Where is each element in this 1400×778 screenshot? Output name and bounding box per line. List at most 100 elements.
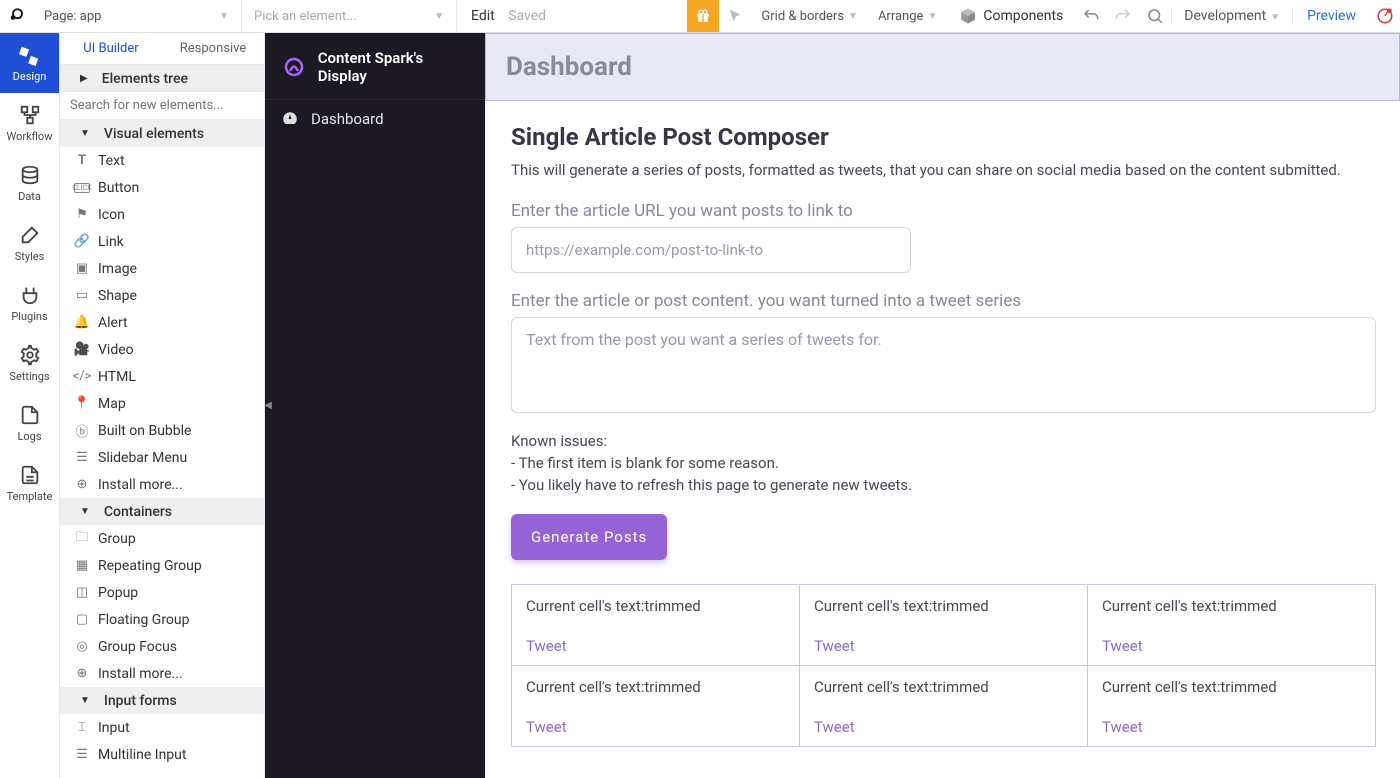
issue-line: - You likely have to refresh this page t… <box>511 475 1374 497</box>
article-url-input[interactable] <box>511 227 911 273</box>
page-label: Page: app <box>44 9 101 24</box>
search-input[interactable] <box>60 92 264 120</box>
nav-data[interactable]: Data <box>0 153 59 213</box>
table-row: Current cell's text:trimmed Tweet Current… <box>512 665 1375 746</box>
menu-icon: ☰ <box>74 450 90 465</box>
tab-responsive[interactable]: Responsive <box>162 33 264 64</box>
element-video[interactable]: 🎥Video <box>60 336 264 363</box>
section-containers[interactable]: ▼Containers <box>60 498 264 525</box>
element-repeating-group[interactable]: ▦Repeating Group <box>60 552 264 579</box>
generate-posts-button[interactable]: Generate Posts <box>511 514 667 560</box>
preview-button[interactable]: Preview <box>1292 8 1370 24</box>
element-built-on-bubble[interactable]: ⓑBuilt on Bubble <box>60 417 264 444</box>
elements-palette: UI Builder Responsive ▶Elements tree ▼Vi… <box>60 33 265 778</box>
tweet-link[interactable]: Tweet <box>1102 718 1361 736</box>
element-input[interactable]: ⌶Input <box>60 714 264 741</box>
page-title: Dashboard <box>506 52 1379 82</box>
elements-tree-header[interactable]: ▶Elements tree <box>60 65 264 92</box>
element-link[interactable]: 🔗Link <box>60 228 264 255</box>
multiline-icon: ☰ <box>74 747 90 762</box>
table-row: Current cell's text:trimmedTweet Current… <box>512 585 1375 665</box>
section-visual-elements[interactable]: ▼Visual elements <box>60 120 264 147</box>
cell-text: Current cell's text:trimmed <box>814 678 1073 696</box>
notification-icon[interactable] <box>1370 7 1400 25</box>
element-picker[interactable]: Pick an element... ▼ <box>242 0 457 32</box>
redo-icon[interactable] <box>1107 0 1139 32</box>
input-icon: ⌶ <box>74 720 90 735</box>
cube-icon <box>959 7 977 25</box>
tweet-link[interactable]: Tweet <box>1102 637 1361 655</box>
chevron-down-icon: ▼ <box>219 11 229 22</box>
brand-name: Content Spark's Display <box>318 49 469 85</box>
nav-settings[interactable]: Settings <box>0 333 59 393</box>
element-group-focus[interactable]: ◎Group Focus <box>60 633 264 660</box>
element-install-more-visual[interactable]: ⊕Install more... <box>60 471 264 498</box>
nav-styles[interactable]: Styles <box>0 213 59 273</box>
components-button[interactable]: Components <box>947 7 1075 25</box>
tweet-link[interactable]: Tweet <box>526 718 785 736</box>
edit-mode[interactable]: Edit Saved <box>457 8 560 24</box>
edit-label: Edit <box>471 8 495 24</box>
article-content-textarea[interactable] <box>511 317 1376 413</box>
sidebar-item-dashboard[interactable]: Dashboard <box>265 99 485 138</box>
grid-borders-menu[interactable]: Grid & borders▼ <box>751 0 868 32</box>
floating-icon: ▢ <box>74 612 90 627</box>
grid-cell: Current cell's text:trimmedTweet <box>1087 585 1375 665</box>
url-field-label: Enter the article URL you want posts to … <box>511 201 1374 221</box>
element-map[interactable]: 📍Map <box>60 390 264 417</box>
element-install-more-containers[interactable]: ⊕Install more... <box>60 660 264 687</box>
element-group[interactable]: 🗀Group <box>60 525 264 552</box>
element-popup[interactable]: ◫Popup <box>60 579 264 606</box>
tab-ui-builder[interactable]: UI Builder <box>60 33 162 64</box>
text-icon: T <box>74 153 90 168</box>
cell-text: Current cell's text:trimmed <box>526 678 785 696</box>
chevron-down-icon: ▼ <box>927 11 937 22</box>
undo-icon[interactable] <box>1075 0 1107 32</box>
grid-cell: Current cell's text:trimmed Tweet <box>512 666 799 746</box>
arrow-down-icon: ▼ <box>80 506 90 517</box>
app-brand: Content Spark's Display <box>265 45 485 99</box>
nav-template[interactable]: Template <box>0 453 59 513</box>
app-sidebar: Content Spark's Display Dashboard <box>265 33 485 778</box>
element-floating-group[interactable]: ▢Floating Group <box>60 606 264 633</box>
nav-plugins[interactable]: Plugins <box>0 273 59 333</box>
element-multiline-input[interactable]: ☰Multiline Input <box>60 741 264 768</box>
tweet-link[interactable]: Tweet <box>814 637 1073 655</box>
element-html[interactable]: </>HTML <box>60 363 264 390</box>
bell-icon: 🔔 <box>74 315 90 330</box>
section-input-forms[interactable]: ▼Input forms <box>60 687 264 714</box>
environment-selector[interactable]: Development▼ <box>1171 8 1292 24</box>
collapse-handle-icon[interactable]: ◀ <box>264 386 272 426</box>
image-icon: ▣ <box>74 261 90 276</box>
pin-icon: 📍 <box>74 396 90 411</box>
element-alert[interactable]: 🔔Alert <box>60 309 264 336</box>
element-slidebar-menu[interactable]: ☰Slidebar Menu <box>60 444 264 471</box>
flag-icon: ⚑ <box>74 207 90 222</box>
page-selector[interactable]: Page: app ▼ <box>32 0 242 32</box>
tweet-link[interactable]: Tweet <box>814 718 1073 736</box>
nav-workflow[interactable]: Workflow <box>0 93 59 153</box>
tweet-link[interactable]: Tweet <box>526 637 785 655</box>
nav-logs[interactable]: Logs <box>0 393 59 453</box>
element-icon[interactable]: ⚑Icon <box>60 201 264 228</box>
brand-logo-icon <box>281 53 308 81</box>
focus-icon: ◎ <box>74 639 90 654</box>
cursor-icon[interactable] <box>719 0 751 32</box>
element-image[interactable]: ▣Image <box>60 255 264 282</box>
element-button[interactable]: CLICKButton <box>60 174 264 201</box>
grid-cell: Current cell's text:trimmed Tweet <box>512 585 799 665</box>
search-icon[interactable] <box>1139 0 1171 32</box>
composer-title: Single Article Post Composer <box>511 123 1374 151</box>
gauge-icon <box>281 110 299 128</box>
arrow-down-icon: ▼ <box>80 695 90 706</box>
nav-design[interactable]: Design <box>0 33 59 93</box>
bubble-icon: ⓑ <box>74 421 90 440</box>
element-text[interactable]: TText <box>60 147 264 174</box>
arrange-menu[interactable]: Arrange▼ <box>868 0 947 32</box>
grid-cell: Current cell's text:trimmedTweet <box>1087 666 1375 746</box>
cell-text: Current cell's text:trimmed <box>526 597 785 615</box>
element-shape[interactable]: ▭Shape <box>60 282 264 309</box>
folder-icon: 🗀 <box>74 528 90 550</box>
gift-icon[interactable] <box>687 0 719 32</box>
bubble-logo[interactable] <box>0 0 32 32</box>
